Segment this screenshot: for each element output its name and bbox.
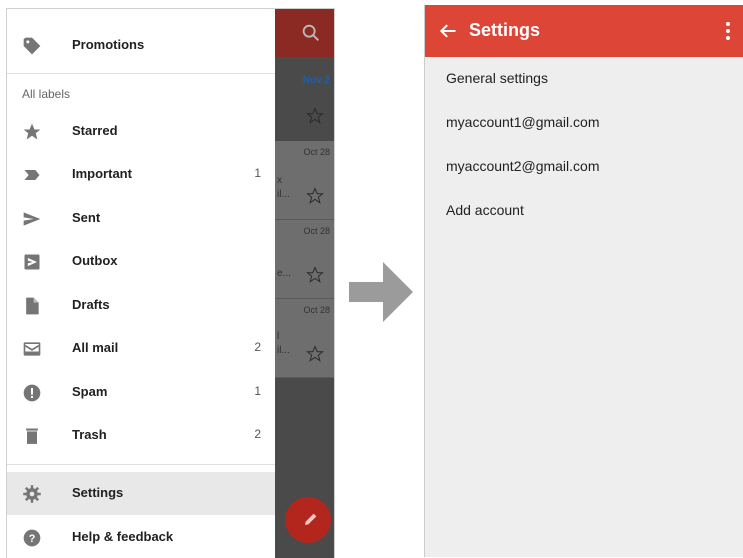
pencil-icon bbox=[305, 513, 317, 525]
star-outline-icon[interactable] bbox=[306, 187, 324, 205]
drawer-item-drafts[interactable]: Drafts bbox=[7, 284, 275, 327]
drawer-item-label: Drafts bbox=[72, 297, 110, 312]
inbox-background: Nov 2 Oct 28 x il... Oct 28 e... Oct 28 … bbox=[275, 9, 334, 558]
divider bbox=[7, 73, 275, 74]
drawer-item-label: Spam bbox=[72, 384, 108, 399]
drawer-item-label: Help & feedback bbox=[72, 529, 174, 544]
settings-item-label: myaccount2@gmail.com bbox=[446, 158, 600, 174]
message-card[interactable]: Oct 28 x il... bbox=[275, 141, 334, 220]
message-fragment: e... bbox=[277, 268, 291, 279]
message-fragment: il... bbox=[277, 189, 290, 200]
settings-item-label: myaccount1@gmail.com bbox=[446, 114, 600, 130]
important-icon bbox=[24, 170, 40, 180]
divider bbox=[7, 464, 275, 465]
drawer-item-settings[interactable]: Settings bbox=[7, 472, 275, 515]
star-outline-icon[interactable] bbox=[306, 266, 324, 284]
more-vert-icon[interactable] bbox=[724, 21, 732, 41]
tag-icon bbox=[23, 37, 41, 55]
message-date: Oct 28 bbox=[303, 147, 330, 157]
drawer-item-outbox[interactable]: Outbox bbox=[7, 240, 275, 283]
drawer-item-help-feedback[interactable]: ? Help & feedback bbox=[7, 516, 275, 558]
trash-icon bbox=[26, 428, 38, 444]
message-date: Oct 28 bbox=[303, 226, 330, 236]
transition-arrow-icon bbox=[349, 262, 413, 322]
drawer-item-label: Promotions bbox=[72, 37, 145, 52]
star-outline-icon[interactable] bbox=[306, 345, 324, 363]
unread-count: 1 bbox=[254, 384, 261, 398]
settings-item-label: Add account bbox=[446, 202, 524, 218]
message-fragment: l bbox=[277, 331, 280, 342]
drawer-item-promotions[interactable]: Promotions bbox=[7, 24, 275, 67]
drawer-item-all-mail[interactable]: All mail 2 bbox=[7, 327, 275, 370]
message-date: Oct 28 bbox=[303, 305, 330, 315]
left-screen: Nov 2 Oct 28 x il... Oct 28 e... Oct 28 … bbox=[6, 8, 335, 558]
drawer-item-label: Settings bbox=[72, 485, 124, 500]
drawer-item-starred[interactable]: Starred bbox=[7, 110, 275, 153]
section-header: All labels bbox=[22, 87, 71, 101]
drawer-item-important[interactable]: Important 1 bbox=[7, 153, 275, 196]
unread-count: 1 bbox=[254, 166, 261, 180]
drawer-item-label: Starred bbox=[72, 123, 118, 138]
search-icon[interactable] bbox=[300, 22, 322, 44]
settings-item-label: General settings bbox=[446, 70, 548, 86]
drawer-item-sent[interactable]: Sent bbox=[7, 197, 275, 240]
send-icon bbox=[23, 212, 41, 226]
drawer-item-spam[interactable]: Spam 1 bbox=[7, 371, 275, 414]
drawer-item-label: Trash bbox=[72, 427, 107, 442]
message-card[interactable]: Oct 28 l il... bbox=[275, 299, 334, 378]
drawer-item-trash[interactable]: Trash 2 bbox=[7, 414, 275, 457]
drawer-item-label: All mail bbox=[72, 340, 119, 355]
date-header: Nov 2 bbox=[302, 75, 330, 86]
right-screen: Settings General settings myaccount1@gma… bbox=[424, 5, 743, 557]
gear-icon bbox=[23, 485, 41, 503]
settings-toolbar: Settings bbox=[425, 5, 743, 57]
navigation-drawer: Promotions All labels Starred Important … bbox=[7, 9, 275, 558]
message-card[interactable]: Oct 28 e... bbox=[275, 220, 334, 299]
star-icon bbox=[23, 123, 41, 140]
all-mail-icon bbox=[23, 342, 41, 356]
spam-icon bbox=[23, 384, 41, 402]
message-fragment: x bbox=[277, 175, 282, 186]
settings-item-add-account[interactable]: Add account bbox=[425, 189, 743, 233]
arrow-left-icon[interactable] bbox=[438, 21, 458, 41]
drawer-item-label: Sent bbox=[72, 210, 101, 225]
draft-icon bbox=[26, 297, 39, 315]
drawer-item-label: Important bbox=[72, 166, 132, 181]
svg-text:?: ? bbox=[29, 533, 36, 545]
help-icon: ? bbox=[23, 529, 41, 547]
settings-item-general[interactable]: General settings bbox=[425, 57, 743, 101]
unread-count: 2 bbox=[254, 427, 261, 441]
unread-count: 2 bbox=[254, 340, 261, 354]
outbox-icon bbox=[24, 254, 40, 270]
compose-button[interactable] bbox=[285, 497, 331, 543]
message-fragment: il... bbox=[277, 345, 290, 356]
page-title: Settings bbox=[469, 20, 541, 40]
settings-item-account-2[interactable]: myaccount2@gmail.com bbox=[425, 145, 743, 189]
star-outline-icon[interactable] bbox=[306, 107, 324, 125]
drawer-item-label: Outbox bbox=[72, 253, 118, 268]
settings-item-account-1[interactable]: myaccount1@gmail.com bbox=[425, 101, 743, 145]
